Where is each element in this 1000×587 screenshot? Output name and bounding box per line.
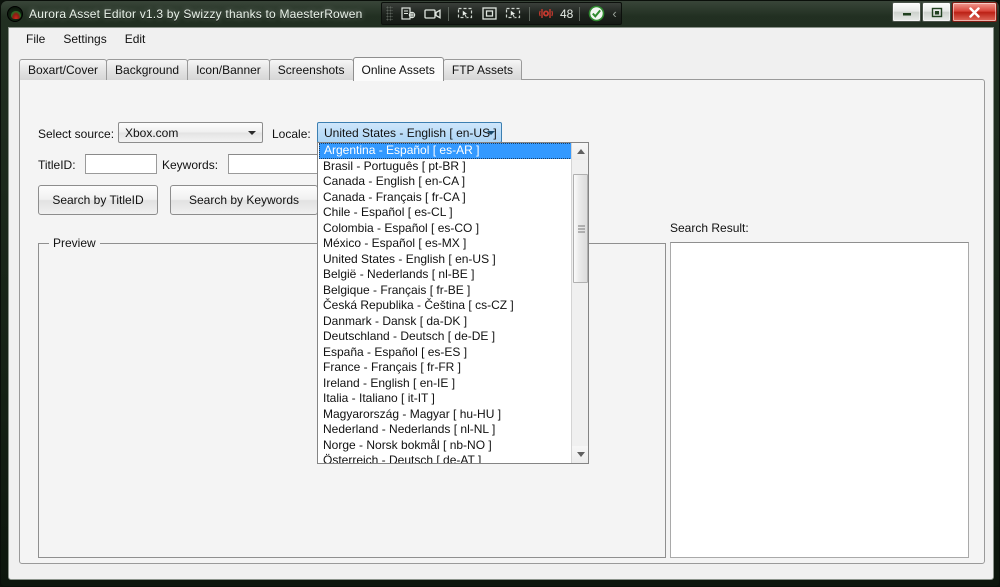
title-bar[interactable]: Aurora Asset Editor v1.3 by Swizzy thank… (1, 1, 1000, 27)
toolbar-separator (529, 6, 530, 21)
locale-label: Locale: (272, 127, 311, 141)
window-controls (891, 2, 997, 22)
tab-ftp-assets[interactable]: FTP Assets (442, 59, 523, 80)
locale-option[interactable]: Česká Republika - Čeština [ cs-CZ ] (318, 298, 573, 314)
titleid-label: TitleID: (38, 158, 76, 172)
record-video-icon[interactable] (421, 4, 443, 23)
capture-counter: 48 (560, 6, 574, 21)
search-result-label: Search Result: (670, 221, 749, 235)
chevron-down-icon (248, 130, 256, 135)
locale-option[interactable]: Canada - English [ en-CA ] (318, 174, 573, 190)
titleid-input[interactable] (85, 154, 157, 174)
menu-bar: File Settings Edit (9, 28, 993, 50)
window-title: Aurora Asset Editor v1.3 by Swizzy thank… (29, 7, 363, 21)
search-result-list[interactable] (670, 242, 969, 558)
locale-option[interactable]: Canada - Français [ fr-CA ] (318, 190, 573, 206)
locale-dropdown-scrollbar[interactable] (571, 143, 588, 463)
scroll-up-arrow-icon[interactable] (572, 143, 588, 160)
application-window: Aurora Asset Editor v1.3 by Swizzy thank… (0, 0, 1000, 587)
toolbar-separator (579, 6, 581, 21)
source-select-value: Xbox.com (125, 125, 179, 140)
capture-region-icon[interactable] (397, 4, 419, 23)
locale-option[interactable]: Colombia - Español [ es-CO ] (318, 221, 573, 237)
rec-icon[interactable] (535, 4, 557, 23)
select-source-label: Select source: (38, 127, 115, 141)
client-area: File Settings Edit Boxart/Cover Backgrou… (8, 27, 994, 580)
locale-option[interactable]: Danmark - Dansk [ da-DK ] (318, 314, 573, 330)
locale-option[interactable]: España - Español [ es-ES ] (318, 345, 573, 361)
keywords-label: Keywords: (162, 158, 219, 172)
locale-option[interactable]: Magyarország - Magyar [ hu-HU ] (318, 407, 573, 423)
toolbar-drag-handle[interactable] (386, 6, 393, 21)
tab-screenshots[interactable]: Screenshots (268, 59, 354, 80)
cursor-capture-icon[interactable] (454, 4, 476, 23)
locale-option[interactable]: Italia - Italiano [ it-IT ] (318, 391, 573, 407)
search-by-titleid-button[interactable]: Search by TitleID (38, 185, 158, 215)
preview-group-title: Preview (49, 236, 100, 250)
scrollbar-thumb[interactable] (573, 174, 588, 283)
locale-option[interactable]: Deutschland - Deutsch [ de-DE ] (318, 329, 573, 345)
close-button[interactable] (952, 2, 997, 22)
scroll-down-arrow-icon[interactable] (572, 446, 588, 463)
locale-option[interactable]: Norge - Norsk bokmål [ nb-NO ] (318, 438, 573, 454)
locale-option[interactable]: Belgique - Français [ fr-BE ] (318, 283, 573, 299)
toolbar-separator (448, 6, 449, 21)
locale-option[interactable]: Nederland - Nederlands [ nl-NL ] (318, 422, 573, 438)
locale-option[interactable]: France - Français [ fr-FR ] (318, 360, 573, 376)
fullscreen-capture-icon[interactable] (478, 4, 500, 23)
locale-option[interactable]: België - Nederlands [ nl-BE ] (318, 267, 573, 283)
locale-option[interactable]: Brasil - Português [ pt-BR ] (318, 159, 573, 175)
capture-toolbar[interactable]: 48 ‹ (381, 2, 622, 25)
locale-option[interactable]: Österreich - Deutsch [ de-AT ] (318, 453, 573, 463)
menu-item-file[interactable]: File (17, 29, 54, 49)
locale-option[interactable]: Chile - Español [ es-CL ] (318, 205, 573, 221)
chevron-down-icon (487, 130, 495, 135)
minimize-button[interactable] (892, 2, 921, 22)
maximize-button[interactable] (922, 2, 951, 22)
collapse-toolbar-icon[interactable]: ‹ (612, 6, 616, 21)
tab-background[interactable]: Background (106, 59, 189, 80)
search-by-keywords-button[interactable]: Search by Keywords (170, 185, 318, 215)
locale-option[interactable]: United States - English [ en-US ] (318, 252, 573, 268)
menu-item-settings[interactable]: Settings (54, 29, 115, 49)
locale-option[interactable]: Argentina - Español [ es-AR ] (319, 143, 572, 159)
locale-option[interactable]: México - Español [ es-MX ] (318, 236, 573, 252)
aurora-logo-icon[interactable] (7, 6, 23, 22)
locale-select-value: United States - English [ en-US ] (324, 125, 497, 140)
locale-option-list[interactable]: Argentina - Español [ es-AR ] Brasil - Po… (318, 143, 573, 463)
tab-online-assets[interactable]: Online Assets (352, 57, 444, 81)
tab-strip: Boxart/Cover Background Icon/Banner Scre… (19, 57, 985, 81)
source-select[interactable]: Xbox.com (118, 122, 263, 143)
online-assets-panel: Select source: Xbox.com Locale: United S… (19, 79, 985, 564)
menu-item-edit[interactable]: Edit (116, 29, 155, 49)
check-circle-icon[interactable] (585, 4, 607, 23)
locale-option[interactable]: Ireland - English [ en-IE ] (318, 376, 573, 392)
locale-select[interactable]: United States - English [ en-US ] (317, 122, 502, 143)
locale-dropdown-popup[interactable]: Argentina - Español [ es-AR ] Brasil - Po… (317, 142, 589, 464)
select-window-icon[interactable] (502, 4, 524, 23)
tab-boxart-cover[interactable]: Boxart/Cover (19, 59, 108, 80)
tab-icon-banner[interactable]: Icon/Banner (187, 59, 270, 80)
